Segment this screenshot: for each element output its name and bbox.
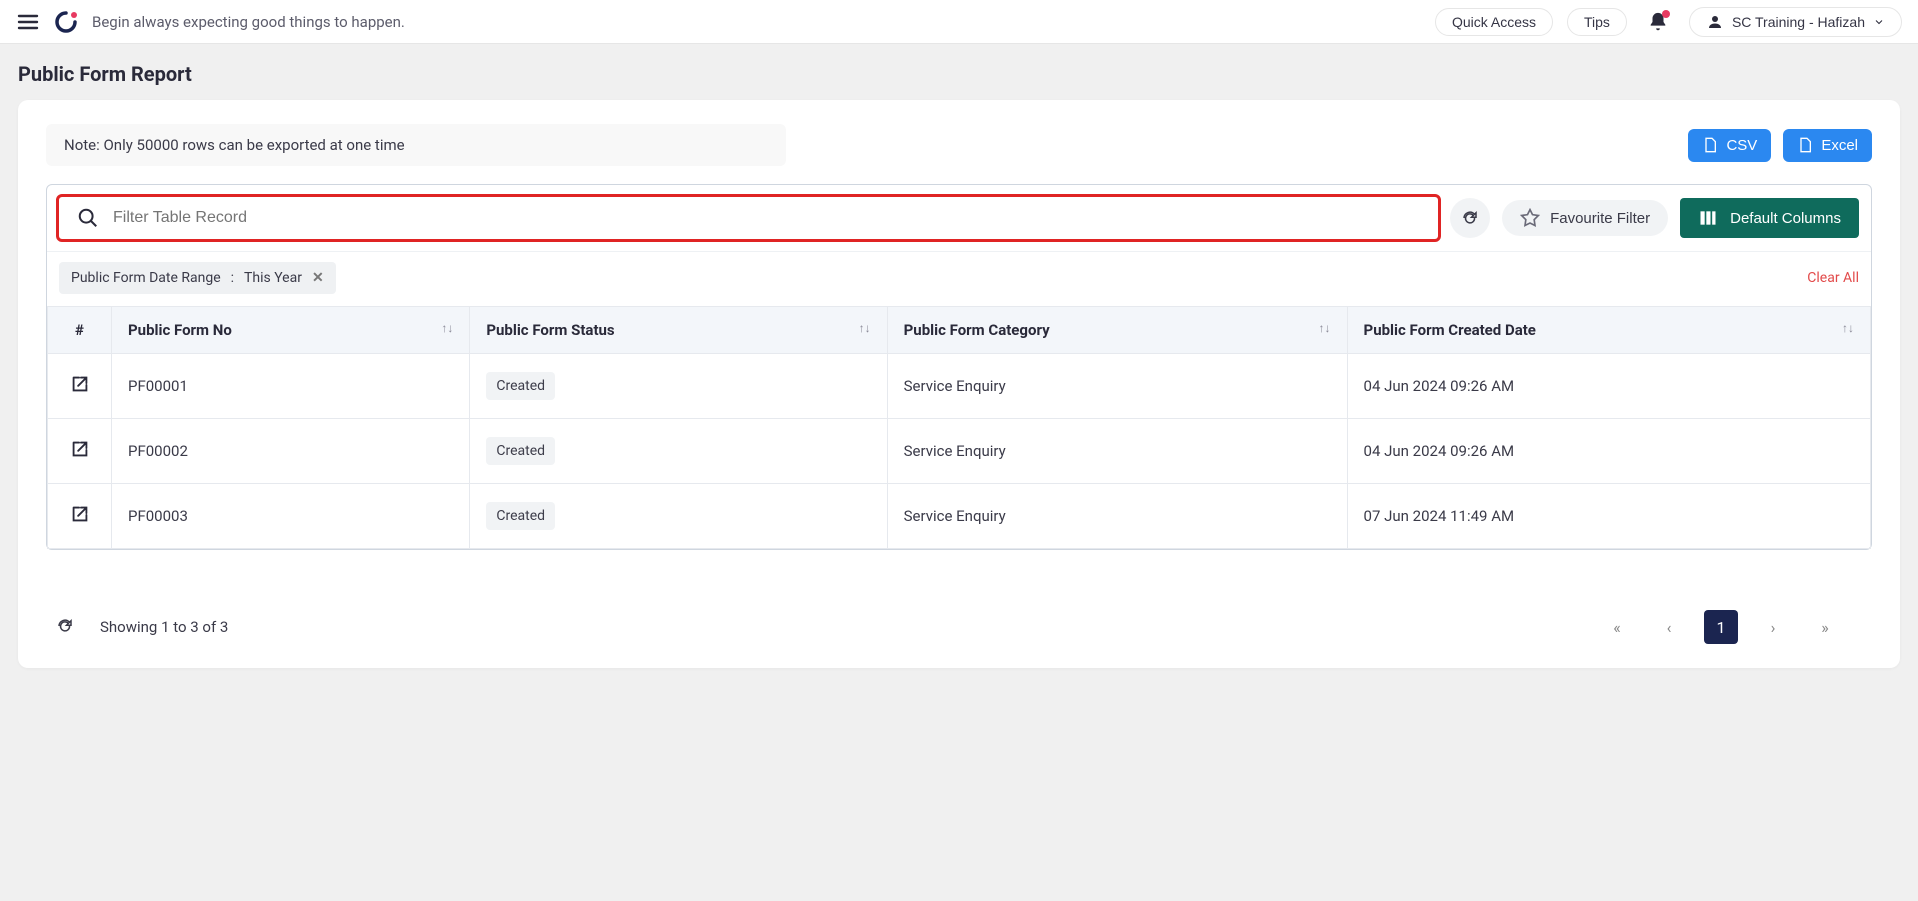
tips-button[interactable]: Tips <box>1567 8 1627 36</box>
refresh-icon <box>1461 209 1479 227</box>
page-next-button[interactable]: › <box>1756 610 1790 644</box>
tagline-text: Begin always expecting good things to ha… <box>92 13 405 31</box>
menu-icon[interactable] <box>16 10 40 34</box>
page-first-button[interactable]: « <box>1600 610 1634 644</box>
refresh-icon <box>56 617 74 635</box>
sort-icon: ↑↓ <box>1319 321 1331 335</box>
cell-category: Service Enquiry <box>887 484 1347 549</box>
filter-chip-label: Public Form Date Range <box>71 270 221 286</box>
filter-chip-value: This Year <box>244 270 302 286</box>
favourite-filter-button[interactable]: Favourite Filter <box>1502 200 1668 236</box>
clear-all-button[interactable]: Clear All <box>1807 270 1859 286</box>
app-logo[interactable] <box>54 10 78 34</box>
page-prev-button[interactable]: ‹ <box>1652 610 1686 644</box>
col-form-no[interactable]: Public Form No↑↓ <box>112 307 470 354</box>
chevron-down-icon <box>1873 16 1885 28</box>
col-created[interactable]: Public Form Created Date↑↓ <box>1347 307 1870 354</box>
user-icon <box>1706 13 1724 31</box>
report-table: # Public Form No↑↓ Public Form Status↑↓ … <box>47 306 1871 549</box>
cell-form-no: PF00002 <box>112 419 470 484</box>
table-row: PF00002 Created Service Enquiry04 Jun 2024… <box>48 419 1871 484</box>
star-icon <box>1520 208 1540 228</box>
user-menu-button[interactable]: SC Training - Hafizah <box>1689 7 1902 37</box>
refresh-small-button[interactable] <box>56 617 76 637</box>
close-icon[interactable]: ✕ <box>312 270 324 286</box>
open-row-button[interactable] <box>69 446 91 464</box>
cell-created: 04 Jun 2024 09:26 AM <box>1347 354 1870 419</box>
status-badge: Created <box>486 437 555 465</box>
search-icon <box>77 207 99 229</box>
notification-dot-icon <box>1662 10 1670 18</box>
default-columns-button[interactable]: Default Columns <box>1680 198 1859 238</box>
cell-form-no: PF00001 <box>112 354 470 419</box>
col-status[interactable]: Public Form Status↑↓ <box>470 307 887 354</box>
table-card: Favourite Filter Default Columns Public … <box>46 184 1872 550</box>
report-panel: Note: Only 50000 rows can be exported at… <box>18 100 1900 668</box>
table-row: PF00001 Created Service Enquiry04 Jun 2024… <box>48 354 1871 419</box>
col-category[interactable]: Public Form Category↑↓ <box>887 307 1347 354</box>
cell-form-no: PF00003 <box>112 484 470 549</box>
export-csv-button[interactable]: CSV <box>1688 129 1771 162</box>
page-last-button[interactable]: » <box>1808 610 1842 644</box>
file-icon <box>1702 137 1718 153</box>
cell-created: 04 Jun 2024 09:26 AM <box>1347 419 1870 484</box>
sort-icon: ↑↓ <box>441 321 453 335</box>
notifications-button[interactable] <box>1641 5 1675 39</box>
user-label: SC Training - Hafizah <box>1732 14 1865 30</box>
tips-label: Tips <box>1584 14 1610 30</box>
default-columns-label: Default Columns <box>1730 210 1841 227</box>
status-badge: Created <box>486 502 555 530</box>
filter-chip: Public Form Date Range : This Year ✕ <box>59 262 336 294</box>
file-icon <box>1797 137 1813 153</box>
table-row: PF00003 Created Service Enquiry07 Jun 2024… <box>48 484 1871 549</box>
cell-category: Service Enquiry <box>887 419 1347 484</box>
csv-label: CSV <box>1726 137 1757 154</box>
cell-created: 07 Jun 2024 11:49 AM <box>1347 484 1870 549</box>
open-row-button[interactable] <box>69 381 91 399</box>
excel-label: Excel <box>1821 137 1858 154</box>
pagination-bar: Showing 1 to 3 of 3 « ‹ 1 › » <box>46 610 1872 644</box>
sort-icon: ↑↓ <box>859 321 871 335</box>
page-title: Public Form Report <box>18 62 1900 86</box>
note-text: Note: Only 50000 rows can be exported at… <box>46 124 786 166</box>
search-input[interactable] <box>113 209 313 227</box>
quick-access-label: Quick Access <box>1452 14 1536 30</box>
page-number-button[interactable]: 1 <box>1704 610 1738 644</box>
favourite-filter-label: Favourite Filter <box>1550 210 1650 227</box>
sort-icon: ↑↓ <box>1842 321 1854 335</box>
search-input-wrap[interactable] <box>56 194 1441 242</box>
refresh-button[interactable] <box>1450 198 1490 238</box>
export-excel-button[interactable]: Excel <box>1783 129 1872 162</box>
topbar: Begin always expecting good things to ha… <box>0 0 1918 44</box>
col-hash: # <box>48 307 112 354</box>
cell-category: Service Enquiry <box>887 354 1347 419</box>
quick-access-button[interactable]: Quick Access <box>1435 8 1553 36</box>
columns-icon <box>1698 208 1718 228</box>
showing-text: Showing 1 to 3 of 3 <box>100 618 228 636</box>
status-badge: Created <box>486 372 555 400</box>
open-row-button[interactable] <box>69 511 91 529</box>
